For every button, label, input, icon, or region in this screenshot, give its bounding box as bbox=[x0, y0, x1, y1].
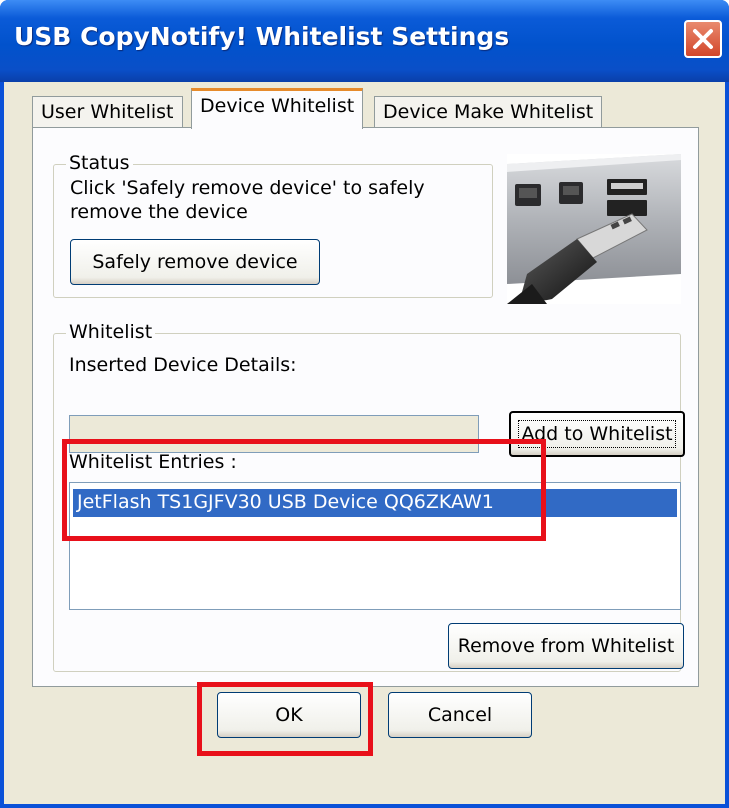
usb-port-illustration bbox=[507, 154, 681, 304]
tab-device-whitelist[interactable]: Device Whitelist bbox=[191, 88, 364, 129]
status-group: Status Click 'Safely remove device' to s… bbox=[53, 152, 493, 298]
tab-device-make-whitelist[interactable]: Device Make Whitelist bbox=[374, 96, 603, 128]
whitelist-legend: Whitelist bbox=[66, 321, 156, 343]
remove-from-whitelist-label: Remove from Whitelist bbox=[457, 635, 675, 657]
status-message-line1: Click 'Safely remove device' to safely bbox=[70, 177, 425, 199]
status-message-line2: remove the device bbox=[70, 201, 248, 223]
remove-from-whitelist-button[interactable]: Remove from Whitelist bbox=[448, 623, 684, 669]
window-title: USB CopyNotify! Whitelist Settings bbox=[14, 22, 510, 51]
status-legend: Status bbox=[66, 152, 133, 174]
dialog-window: USB CopyNotify! Whitelist Settings User … bbox=[0, 0, 729, 808]
tab-panel: Status Click 'Safely remove device' to s… bbox=[32, 127, 699, 687]
usb-port-photo bbox=[507, 154, 681, 304]
close-icon bbox=[693, 29, 713, 49]
inserted-device-details-label: Inserted Device Details: bbox=[69, 354, 297, 376]
dialog-client-area: User Whitelist Device Whitelist Device M… bbox=[4, 82, 725, 804]
cancel-label: Cancel bbox=[427, 704, 493, 726]
tab-user-whitelist[interactable]: User Whitelist bbox=[32, 96, 183, 128]
safely-remove-device-button[interactable]: Safely remove device bbox=[70, 239, 320, 285]
highlight-box-ok bbox=[197, 682, 373, 756]
safely-remove-device-label: Safely remove device bbox=[92, 251, 298, 273]
highlight-box-entries bbox=[62, 439, 546, 541]
title-bar[interactable]: USB CopyNotify! Whitelist Settings bbox=[0, 0, 729, 82]
close-button[interactable] bbox=[684, 20, 722, 58]
cancel-button[interactable]: Cancel bbox=[388, 692, 532, 738]
